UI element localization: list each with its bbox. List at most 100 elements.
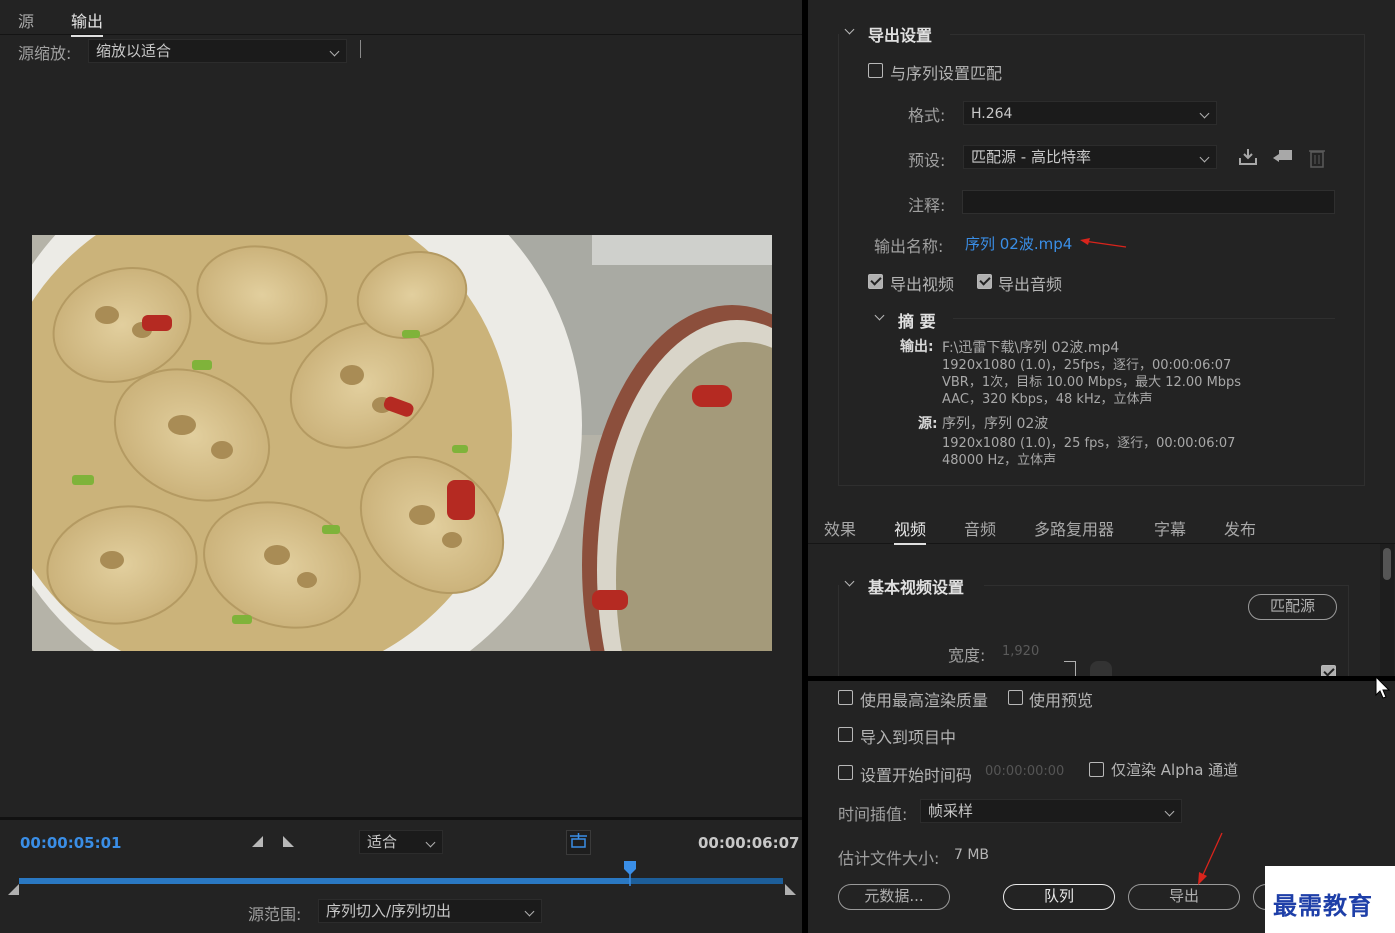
safe-margins-icon[interactable] — [566, 830, 591, 855]
save-preset-icon[interactable] — [1238, 148, 1258, 166]
source-range-dropdown[interactable]: 序列切入/序列切出 — [318, 899, 542, 923]
mark-in-icon[interactable] — [252, 836, 264, 848]
chevron-down-icon — [1199, 152, 1210, 163]
source-scale-value: 缩放以适合 — [96, 42, 172, 60]
format-dropdown[interactable]: H.264 — [963, 101, 1217, 125]
export-settings-panel: 导出设置 与序列设置匹配 格式: H.264 预设: 匹配源 - 高比特率 注释… — [808, 0, 1395, 508]
annotation-arrow — [1196, 831, 1226, 887]
playhead[interactable] — [622, 860, 638, 886]
preset-dropdown[interactable]: 匹配源 - 高比特率 — [963, 145, 1217, 169]
match-sequence-label: 与序列设置匹配 — [890, 64, 1003, 83]
scrollbar-thumb[interactable] — [1383, 548, 1391, 580]
scrollbar-track[interactable] — [1380, 544, 1394, 676]
start-timecode-value[interactable]: 00:00:00:00 — [985, 764, 1064, 779]
estimated-size-value: 7 MB — [954, 847, 990, 863]
summary-source-line: 序列，序列 02波 — [942, 416, 1049, 432]
summary-output-label: 输出: — [900, 339, 934, 355]
match-source-button[interactable]: 匹配源 — [1248, 594, 1337, 620]
export-settings-rule — [950, 34, 1365, 35]
match-sequence-checkbox[interactable] — [868, 63, 883, 78]
timeline-track-fill — [19, 878, 631, 884]
metadata-button[interactable]: 元数据... — [838, 884, 950, 910]
chevron-down-icon — [1164, 806, 1175, 817]
preset-value: 匹配源 - 高比特率 — [971, 148, 1091, 166]
source-scale-dropdown[interactable]: 缩放以适合 — [88, 39, 347, 63]
time-interpolation-dropdown[interactable]: 帧采样 — [920, 799, 1182, 823]
tab-divider — [0, 34, 802, 35]
watermark-logo: 最需教育 — [1265, 866, 1395, 933]
current-time[interactable]: 00:00:05:01 — [20, 834, 122, 852]
settings-tab[interactable]: 多路复用器 — [1034, 516, 1114, 540]
out-point-handle[interactable] — [784, 884, 796, 896]
source-range-value: 序列切入/序列切出 — [326, 902, 452, 920]
food-image — [32, 235, 772, 651]
queue-button[interactable]: 队列 — [1003, 884, 1115, 910]
export-button[interactable]: 导出 — [1128, 884, 1240, 910]
comment-input[interactable] — [962, 190, 1335, 214]
width-label: 宽度: — [948, 646, 986, 665]
summary-source-line: 48000 Hz，立体声 — [942, 453, 1057, 468]
mark-out-icon[interactable] — [282, 836, 294, 848]
settings-tab[interactable]: 效果 — [824, 516, 856, 540]
preset-label: 预设: — [908, 151, 946, 170]
timeline-track[interactable] — [19, 878, 783, 884]
chevron-down-icon — [425, 837, 436, 848]
chain-link-icon[interactable] — [1090, 661, 1112, 676]
estimated-size-label: 估计文件大小: — [838, 849, 940, 868]
render-alpha-checkbox[interactable] — [1089, 762, 1104, 777]
settings-tab[interactable]: 视频 — [894, 516, 927, 545]
in-point-handle[interactable] — [8, 884, 20, 896]
max-render-quality-label: 使用最高渲染质量 — [860, 691, 989, 710]
output-name-label: 输出名称: — [874, 237, 944, 256]
video-preview-frame — [32, 235, 772, 651]
import-preset-icon[interactable] — [1272, 148, 1294, 166]
output-name-link[interactable]: 序列 02波.mp4 — [965, 233, 1072, 254]
set-start-timecode-checkbox[interactable] — [838, 765, 853, 780]
settings-tabs-panel: 效果 视频 音频 多路复用器 字幕 发布 基本视频设置 匹配源 宽度: 1,920 — [808, 508, 1395, 677]
summary-output-line: AAC，320 Kbps，48 kHz，立体声 — [942, 392, 1153, 407]
source-range-label: 源范围: — [248, 905, 302, 924]
time-interpolation-label: 时间插值: — [838, 805, 908, 824]
import-into-project-label: 导入到项目中 — [860, 728, 957, 747]
panel-divider — [808, 676, 1395, 681]
settings-tab[interactable]: 字幕 — [1154, 516, 1186, 540]
use-previews-label: 使用预览 — [1029, 691, 1094, 710]
crop-divider — [360, 40, 361, 58]
export-video-checkbox[interactable] — [868, 274, 883, 289]
chevron-down-icon — [1199, 108, 1210, 119]
summary-rule — [953, 318, 1335, 319]
max-render-quality-checkbox[interactable] — [838, 690, 853, 705]
comment-label: 注释: — [908, 196, 946, 215]
format-value: H.264 — [971, 106, 1013, 122]
export-audio-label: 导出音频 — [998, 275, 1063, 294]
set-start-timecode-label: 设置开始时间码 — [860, 766, 973, 785]
tab-output[interactable]: 输出 — [71, 8, 104, 37]
mouse-cursor-icon — [1375, 676, 1391, 700]
format-label: 格式: — [908, 106, 946, 125]
import-into-project-checkbox[interactable] — [838, 727, 853, 742]
tab-source[interactable]: 源 — [18, 8, 34, 32]
preview-panel: 源 输出 源缩放: 缩放以适合 00:00:05:01 适合 00:00:06:… — [0, 0, 802, 933]
export-audio-checkbox[interactable] — [977, 274, 992, 289]
use-previews-checkbox[interactable] — [1008, 690, 1023, 705]
settings-tab[interactable]: 音频 — [964, 516, 996, 540]
delete-preset-icon[interactable] — [1309, 148, 1325, 168]
collapse-chevron-icon[interactable] — [844, 24, 855, 35]
summary-title: 摘 要 — [898, 312, 936, 331]
watermark-text: 最需教育 — [1273, 891, 1373, 920]
export-video-label: 导出视频 — [890, 275, 955, 294]
chevron-down-icon — [329, 46, 340, 57]
fit-value: 适合 — [367, 833, 398, 851]
chevron-down-icon — [524, 906, 535, 917]
settings-tab[interactable]: 发布 — [1224, 516, 1256, 540]
width-value[interactable]: 1,920 — [1002, 644, 1039, 659]
render-alpha-label: 仅渲染 Alpha 通道 — [1111, 761, 1239, 779]
source-scale-label: 源缩放: — [18, 44, 72, 63]
time-interpolation-value: 帧采样 — [928, 802, 974, 820]
annotation-arrow — [1078, 236, 1128, 250]
end-time: 00:00:06:07 — [698, 834, 800, 852]
timeline-divider — [0, 817, 802, 820]
link-bracket — [1064, 661, 1076, 677]
fit-dropdown[interactable]: 适合 — [359, 830, 443, 854]
width-checkbox[interactable] — [1321, 665, 1336, 676]
